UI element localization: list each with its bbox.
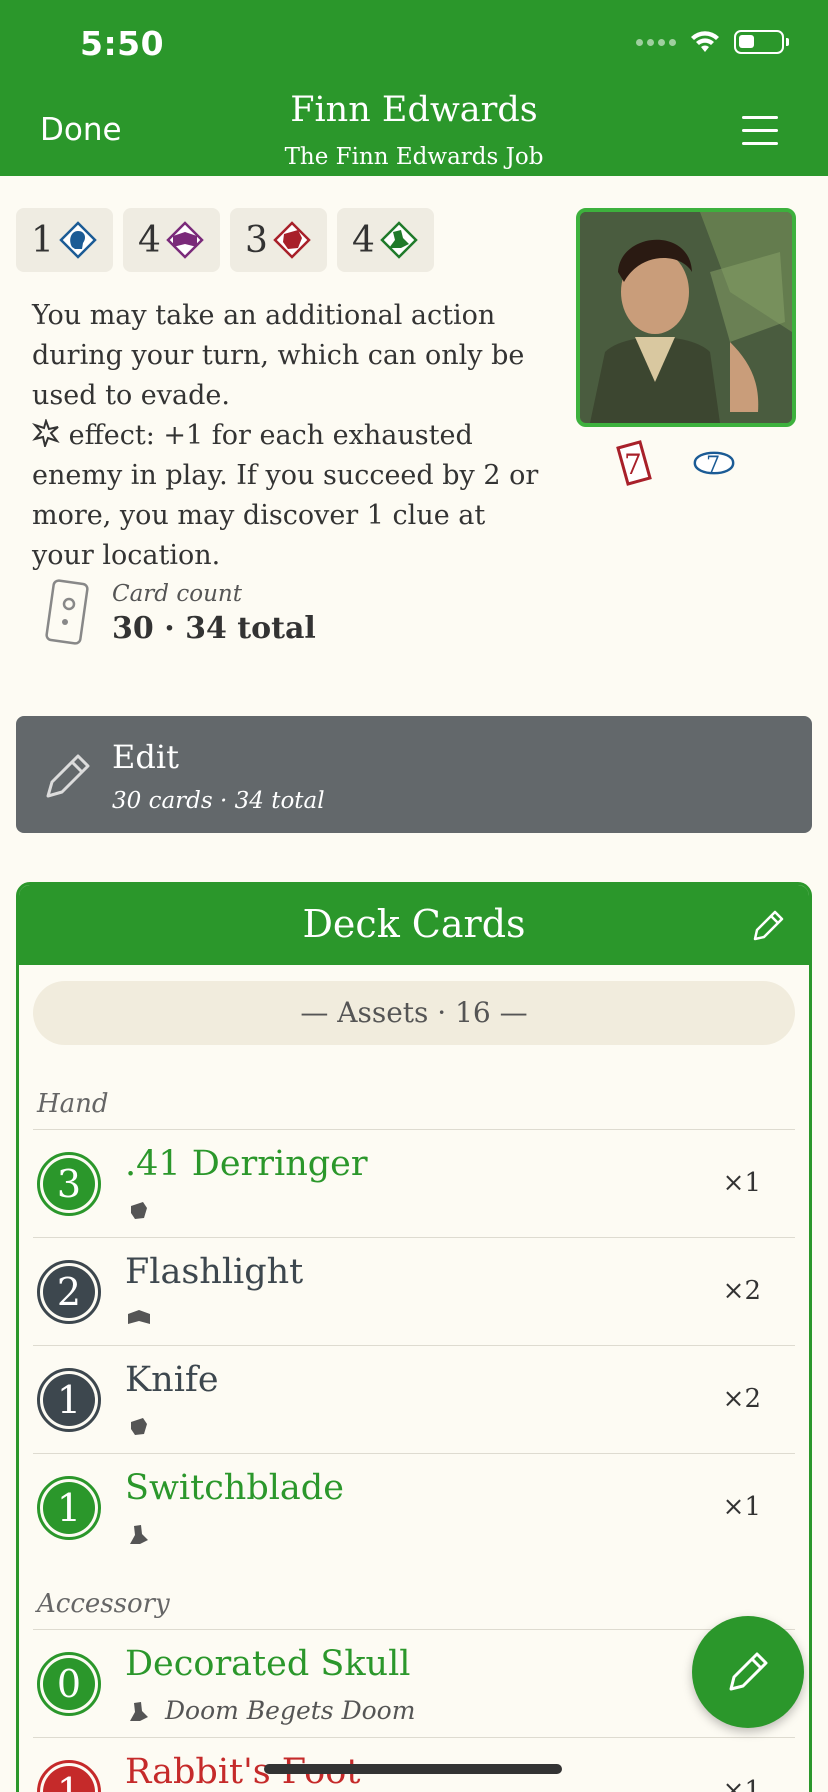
intellect-value: 4 <box>138 219 161 261</box>
pencil-icon[interactable] <box>749 907 787 945</box>
status-time: 5:50 <box>80 24 165 63</box>
pencil-icon <box>46 754 90 798</box>
mystic-weakness-icon: 7 <box>693 451 735 478</box>
cost-badge: 1 <box>37 1760 101 1792</box>
card-count-value: 30 · 34 total <box>112 610 316 646</box>
investigator-portrait[interactable] <box>576 208 796 427</box>
card-quantity: ×1 <box>722 1492 761 1522</box>
cost-value: 0 <box>43 1658 95 1710</box>
skill-willpower: 1 <box>16 208 113 272</box>
cost-value: 1 <box>43 1482 95 1534</box>
edit-label: Edit <box>112 738 179 776</box>
page-title: Finn Edwards <box>290 90 538 130</box>
cost-badge: 2 <box>37 1260 101 1324</box>
home-indicator <box>264 1764 562 1774</box>
deck-cards-header: Deck Cards <box>19 885 809 965</box>
cost-value: 1 <box>43 1374 95 1426</box>
card-name: Switchblade <box>125 1468 344 1508</box>
card-row[interactable]: 3 .41 Derringer ×1 <box>33 1129 795 1237</box>
card-icons <box>125 1412 153 1440</box>
edit-fab-button[interactable] <box>692 1616 804 1728</box>
cost-badge: 1 <box>37 1476 101 1540</box>
card-icons <box>125 1520 153 1548</box>
agility-icon <box>380 221 418 259</box>
intellect-book-icon <box>128 1310 150 1324</box>
card-icons <box>125 1304 153 1332</box>
card-icon <box>45 579 89 645</box>
card-row[interactable]: 2 Flashlight ×2 <box>33 1237 795 1345</box>
card-row[interactable]: 1 Knife ×2 <box>33 1345 795 1453</box>
assets-section-header[interactable]: — Assets · 16 — <box>33 981 795 1045</box>
skill-agility: 4 <box>337 208 434 272</box>
cost-badge: 3 <box>37 1152 101 1216</box>
ability-text: You may take an additional action during… <box>32 300 525 411</box>
agility-boot-icon <box>130 1525 148 1544</box>
card-quantity: ×1 <box>722 1776 761 1792</box>
card-name: Decorated Skull <box>125 1644 411 1684</box>
ability-effect: effect: +1 for each exhausted enemy in p… <box>32 416 552 576</box>
card-icons: Doom Begets Doom <box>125 1696 415 1725</box>
card-quantity: ×1 <box>722 1168 761 1198</box>
menu-icon[interactable] <box>742 116 778 146</box>
ability-effect-text: effect: +1 for each exhausted enemy in p… <box>32 420 539 571</box>
cost-value: 1 <box>43 1766 95 1792</box>
pencil-icon <box>729 1652 768 1691</box>
battery-icon <box>734 30 789 54</box>
cost-value: 3 <box>43 1158 95 1210</box>
svg-text:7: 7 <box>624 448 642 481</box>
card-name: Flashlight <box>125 1252 304 1292</box>
combat-fist-icon <box>131 1418 147 1435</box>
willpower-value: 1 <box>31 219 54 261</box>
edit-deck-button[interactable]: Edit 30 cards · 34 total <box>16 716 812 833</box>
card-row[interactable]: 0 Decorated Skull Doom Begets Doom <box>33 1629 795 1737</box>
cellular-signal-icon <box>636 38 676 46</box>
svg-text:7: 7 <box>706 452 720 478</box>
card-name: Knife <box>125 1360 219 1400</box>
card-count-label: Card count <box>112 580 242 607</box>
investigator-ability: You may take an additional action during… <box>32 296 552 576</box>
weakness-icons: 7 7 <box>610 438 738 488</box>
page-subtitle: The Finn Edwards Job <box>284 144 544 170</box>
status-icons <box>636 30 789 54</box>
agility-value: 4 <box>352 219 375 261</box>
portrait-image <box>580 212 792 423</box>
skill-intellect: 4 <box>123 208 220 272</box>
agility-boot-icon <box>130 1701 148 1721</box>
card-subtitle: Doom Begets Doom <box>165 1696 416 1725</box>
cost-badge: 1 <box>37 1368 101 1432</box>
group-label-accessory: Accessory <box>37 1589 170 1619</box>
elder-sign-icon <box>32 419 60 447</box>
card-count: Card count 30 · 34 total <box>44 578 316 648</box>
header: 5:50 Done Finn Edwards The Finn Edwards … <box>0 0 828 176</box>
deck-cards-title: Deck Cards <box>302 902 526 946</box>
edit-sub: 30 cards · 34 total <box>112 788 325 814</box>
card-name: .41 Derringer <box>125 1144 368 1184</box>
combat-value: 3 <box>245 219 268 261</box>
card-quantity: ×2 <box>722 1276 761 1306</box>
card-icons <box>125 1196 153 1224</box>
wifi-icon <box>691 31 719 52</box>
combat-icon <box>273 221 311 259</box>
card-quantity: ×2 <box>722 1384 761 1414</box>
skill-combat: 3 <box>230 208 327 272</box>
cost-value: 2 <box>43 1266 95 1318</box>
intellect-icon <box>166 221 204 259</box>
cost-badge: 0 <box>37 1652 101 1716</box>
combat-fist-icon <box>131 1202 147 1219</box>
survivor-weakness-icon: 7 <box>616 440 652 486</box>
group-label-hand: Hand <box>37 1089 109 1119</box>
willpower-icon <box>59 221 97 259</box>
deck-cards-panel: Deck Cards — Assets · 16 — Hand 3 .41 De… <box>16 882 812 1792</box>
card-row[interactable]: 1 Switchblade ×1 <box>33 1453 795 1561</box>
skill-row: 1 4 3 4 <box>16 208 434 272</box>
